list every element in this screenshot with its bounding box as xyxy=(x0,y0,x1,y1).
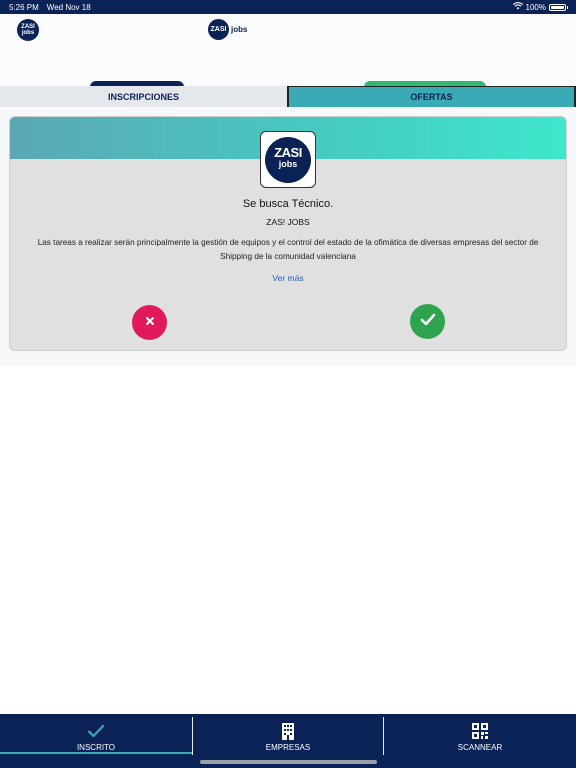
wifi-icon xyxy=(512,2,523,12)
status-time: 5:26 PM xyxy=(9,2,39,12)
building-icon xyxy=(281,722,295,740)
company-logo-line1: ZASI xyxy=(274,144,302,160)
zas-jobs-logo-small[interactable]: ZASI jobs xyxy=(17,19,39,41)
battery-percent: 100% xyxy=(525,2,546,12)
zas-jobs-logo: ZASI jobs xyxy=(208,19,247,40)
check-icon xyxy=(420,313,436,331)
job-offer-card: ZASI jobs Se busca Técnico. ZAS! JOBS La… xyxy=(9,116,567,351)
app-header: ZASI jobs ZASI jobs xyxy=(0,14,576,46)
active-tab-indicator xyxy=(0,752,192,754)
close-icon xyxy=(144,314,156,332)
ver-mas-link[interactable]: Ver más xyxy=(10,273,566,283)
logo-text: jobs xyxy=(231,25,248,34)
status-date: Wed Nov 18 xyxy=(46,2,91,12)
nav-scannear-label: SCANNEAR xyxy=(457,743,503,752)
nav-inscrito-label: INSCRITO xyxy=(76,743,116,752)
home-indicator[interactable] xyxy=(200,760,377,764)
check-icon xyxy=(87,722,105,740)
battery-icon xyxy=(549,3,566,11)
header-spacer xyxy=(0,46,576,86)
nav-empresas-label: EMPRESAS xyxy=(265,743,311,752)
qr-code-icon xyxy=(472,722,488,740)
job-title: Se busca Técnico. xyxy=(242,198,334,210)
nav-inscrito[interactable]: INSCRITO xyxy=(0,714,192,768)
status-bar: 5:26 PM Wed Nov 18 100% xyxy=(0,0,576,14)
job-description: Las tareas a realizar serán principalmen… xyxy=(37,238,539,261)
logo-circle: ZASI xyxy=(208,19,229,40)
company-logo: ZASI jobs xyxy=(260,131,316,188)
status-right: 100% xyxy=(512,0,568,14)
reject-button[interactable] xyxy=(132,305,167,340)
tab-inscripciones[interactable]: INSCRIPCIONES xyxy=(0,86,287,107)
company-logo-line2: jobs xyxy=(278,158,298,169)
nav-scannear[interactable]: SCANNEAR xyxy=(384,714,576,768)
company-logo-circle: ZASI jobs xyxy=(265,136,311,183)
tab-ofertas[interactable]: OFERTAS xyxy=(287,86,576,109)
accept-button[interactable] xyxy=(410,304,445,339)
company-name: ZAS! JOBS xyxy=(266,217,310,227)
